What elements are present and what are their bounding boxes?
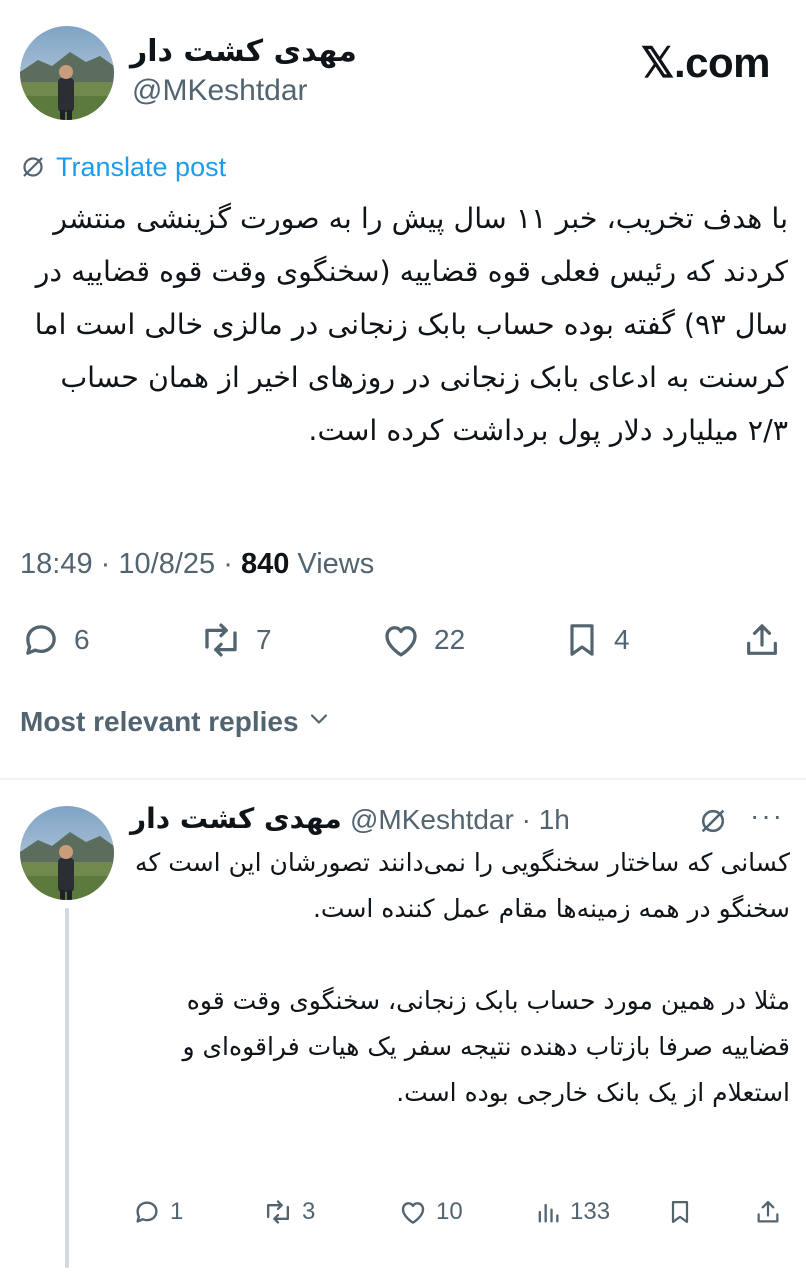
like-button[interactable]: 22 <box>380 610 465 670</box>
views-label: Views <box>297 548 375 580</box>
repost-icon <box>198 619 244 661</box>
reply-author-handle[interactable]: @MKeshtdar · 1h <box>350 804 570 836</box>
reply-author-name[interactable]: مهدی کشت دار <box>130 802 342 835</box>
translate-label: Translate post <box>56 151 227 182</box>
reply-button[interactable]: 6 <box>20 610 90 670</box>
tweet-date[interactable]: 10/8/25 <box>118 548 215 580</box>
reply-sort-dropdown[interactable]: Most relevant replies <box>20 706 331 738</box>
reply-reply-count: 1 <box>170 1198 184 1225</box>
reply-icon <box>20 619 62 661</box>
reply-like-count: 10 <box>436 1198 463 1225</box>
bookmark-count: 4 <box>614 624 630 655</box>
reply-bookmark-button[interactable] <box>666 1190 694 1234</box>
author-name[interactable]: مهدی کشت دار <box>130 34 357 69</box>
chevron-down-icon <box>307 706 331 738</box>
sort-label: Most relevant replies <box>20 706 299 737</box>
reply-count: 6 <box>74 624 90 655</box>
reply-views-button[interactable]: 133 <box>534 1190 610 1234</box>
reply-repost-count: 3 <box>302 1198 316 1225</box>
author-handle[interactable]: @MKeshtdar <box>132 74 308 108</box>
meta-separator: · <box>100 548 111 580</box>
analytics-icon <box>534 1197 562 1227</box>
reply-icon <box>132 1197 162 1227</box>
main-tweet: مهدی کشت دار @MKeshtdar 𝕏.com Translate … <box>0 0 806 780</box>
heart-icon <box>380 619 422 661</box>
reply-reply-button[interactable]: 1 <box>132 1190 183 1234</box>
heart-icon <box>398 1197 428 1227</box>
tweet-meta: 18:49 · 10/8/25 · 840 Views <box>20 548 374 581</box>
bookmark-button[interactable]: 4 <box>562 610 630 670</box>
repost-button[interactable]: 7 <box>198 610 272 670</box>
reply-text: کسانی که ساختار سخنگویی را نمی‌دانند تصو… <box>134 848 790 1107</box>
avatar[interactable] <box>20 26 114 120</box>
reply-avatar[interactable] <box>20 806 114 900</box>
share-button[interactable] <box>742 610 782 670</box>
reply-share-button[interactable] <box>754 1190 782 1234</box>
bookmark-icon <box>666 1197 694 1227</box>
repost-count: 7 <box>256 624 272 655</box>
share-icon <box>754 1197 782 1227</box>
tweet-text: با هدف تخریب، خبر ۱۱ سال پیش را به صورت … <box>34 202 788 447</box>
reply-views-count: 133 <box>570 1198 611 1225</box>
views-count: 840 <box>240 548 290 580</box>
meta-separator: · <box>223 548 233 580</box>
brand-logo: 𝕏.com <box>640 39 771 86</box>
reply-repost-button[interactable]: 3 <box>262 1190 315 1234</box>
reply-actions: 1 3 10 133 <box>0 1190 806 1234</box>
translate-icon <box>20 154 46 180</box>
bookmark-icon <box>562 619 602 661</box>
more-options-icon[interactable]: ··· <box>750 800 784 832</box>
repost-icon <box>262 1197 294 1227</box>
reply-like-button[interactable]: 10 <box>398 1190 463 1234</box>
divider <box>0 778 806 780</box>
tweet-time[interactable]: 18:49 <box>20 548 93 580</box>
share-icon <box>742 619 782 661</box>
like-count: 22 <box>434 624 466 655</box>
translate-post-link[interactable]: Translate post <box>20 150 226 184</box>
translate-icon[interactable] <box>698 806 728 836</box>
tweet-actions: 6 7 22 4 <box>0 610 806 670</box>
